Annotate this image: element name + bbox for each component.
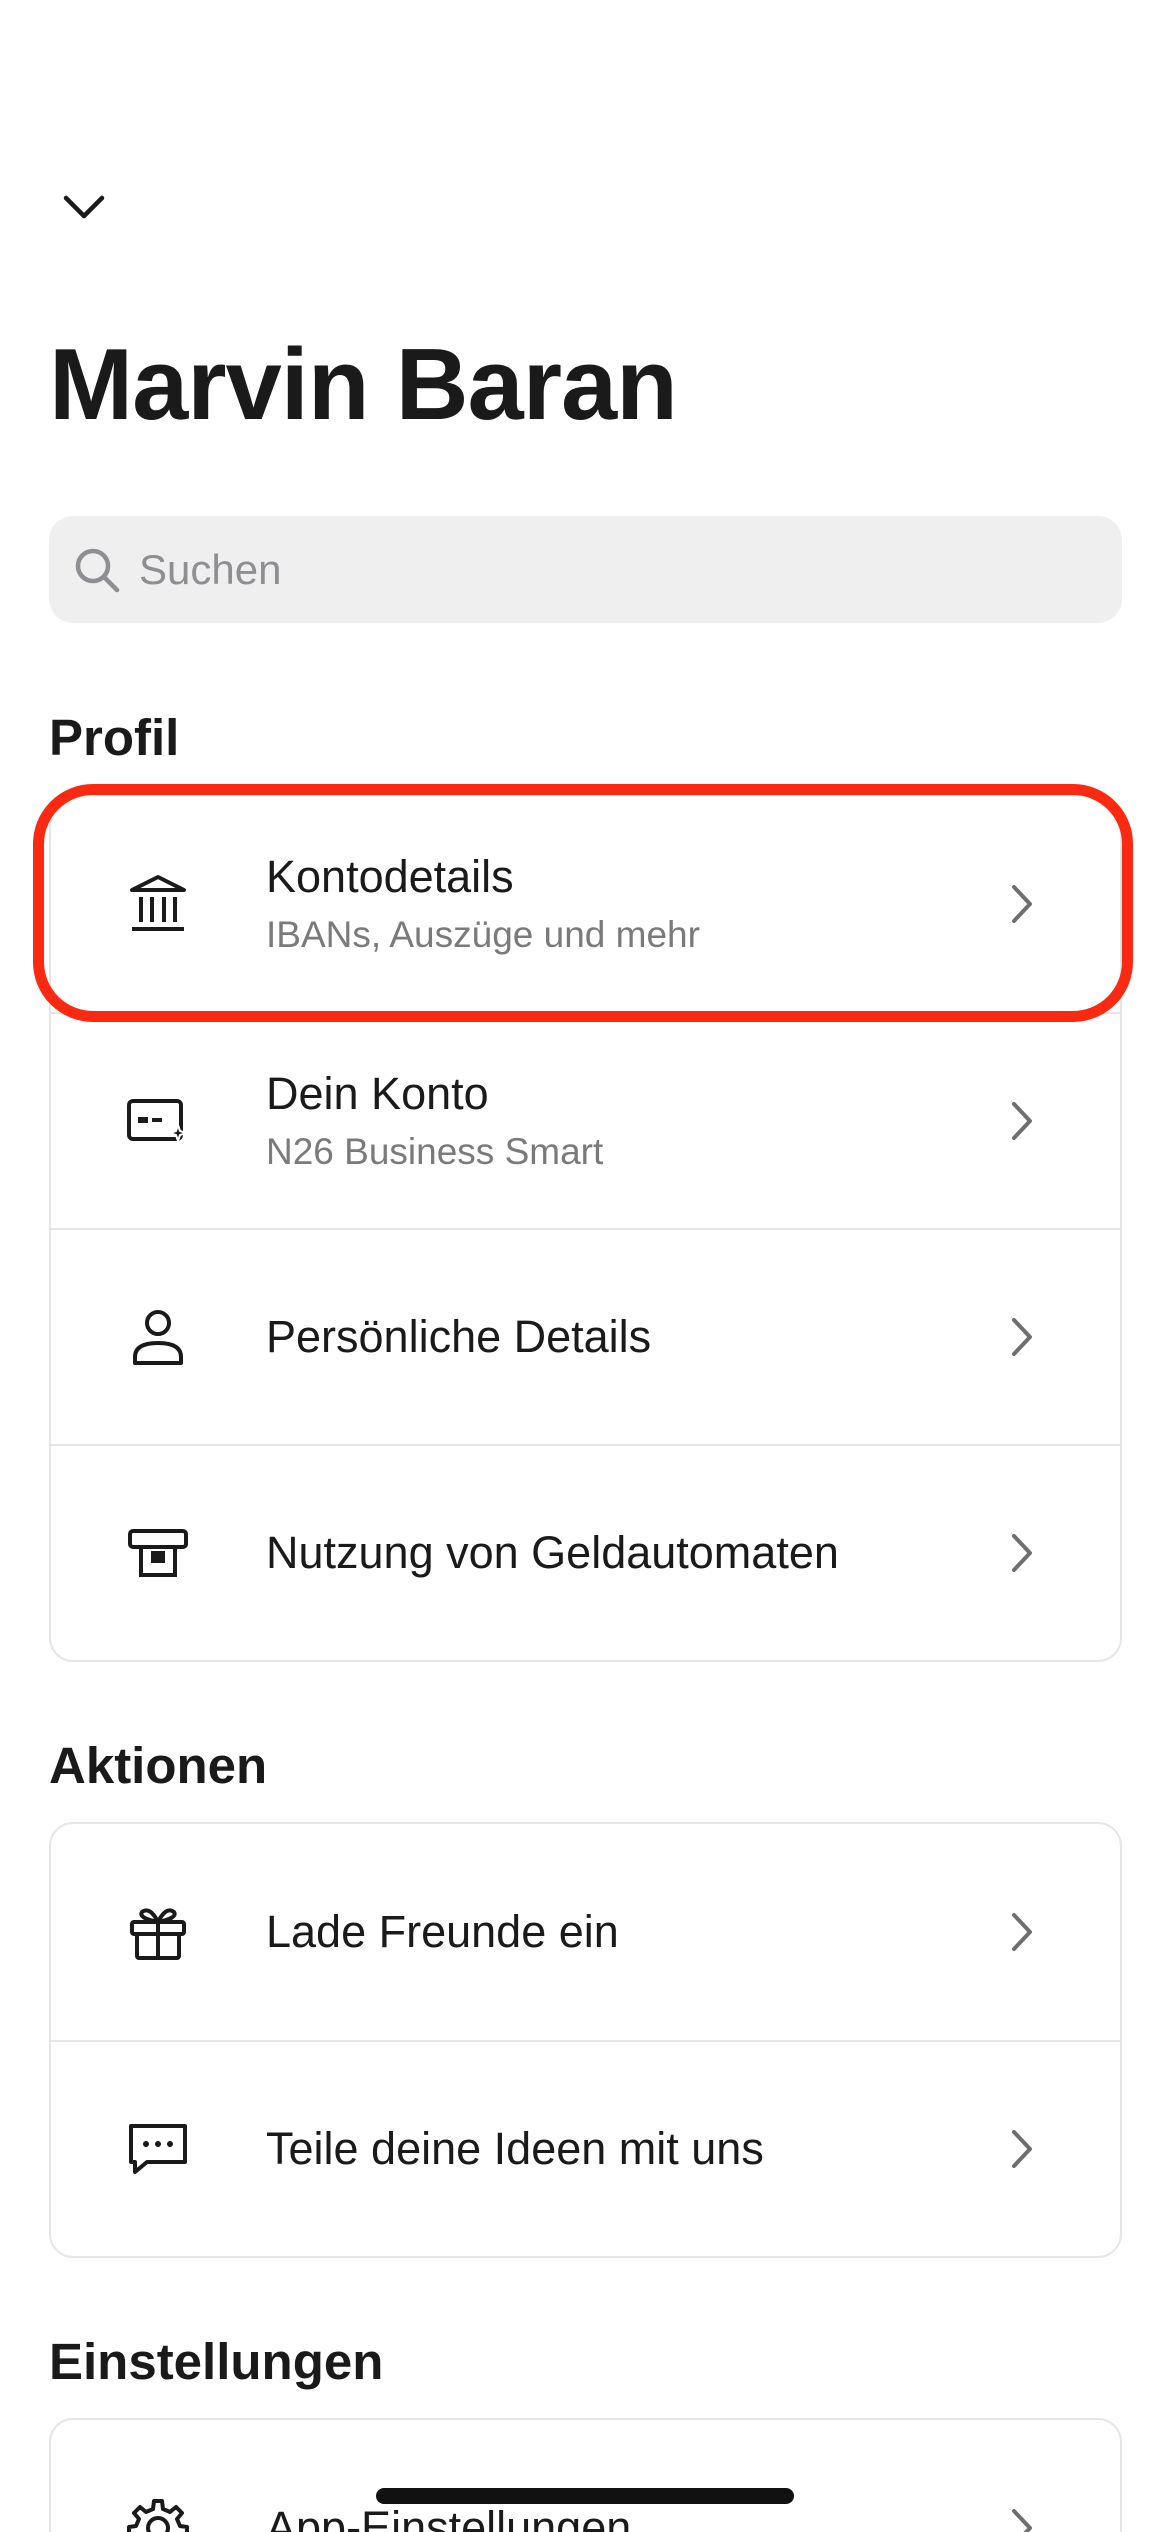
list-item-title: App-Einstellungen [266,2501,632,2532]
list-item-dein-konto[interactable]: Dein Konto N26 Business Smart [51,1012,1120,1228]
chevron-right-icon [1002,1312,1042,1362]
einstellungen-card: App-Einstellungen [49,2418,1122,2532]
list-item-geldautomaten[interactable]: Nutzung von Geldautomaten [51,1444,1120,1660]
search-bar[interactable] [49,516,1122,623]
chevron-right-icon [1002,1096,1042,1146]
atm-icon [123,1518,193,1588]
chevron-right-icon [1002,2503,1042,2532]
list-item-title: Dein Konto [266,1067,489,1119]
list-item-title: Nutzung von Geldautomaten [266,1526,839,1578]
chevron-right-icon [1002,2124,1042,2174]
search-icon [71,544,123,596]
chevron-right-icon [1002,1528,1042,1578]
chat-bubble-icon [123,2114,193,2184]
list-item-title: Teile deine Ideen mit uns [266,2122,764,2174]
chevron-right-icon [1002,879,1042,929]
section-title-profil: Profil [49,709,180,766]
list-item-title: Kontodetails [266,850,514,902]
profile-screen: Marvin Baran Profil [0,0,1170,2532]
list-item-title: Lade Freunde ein [266,1905,619,1957]
search-input[interactable] [139,545,1039,594]
list-item-lade-freunde-ein[interactable]: Lade Freunde ein [51,1824,1120,2040]
person-icon [123,1302,193,1372]
section-title-einstellungen: Einstellungen [49,2333,384,2390]
aktionen-card: Lade Freunde ein Teile deine Ideen mit u… [49,1822,1122,2258]
list-item-title: Persönliche Details [266,1310,652,1362]
list-item-kontodetails[interactable]: Kontodetails IBANs, Auszüge und mehr [51,796,1120,1012]
page-title: Marvin Baran [49,329,678,441]
gift-icon [123,1897,193,1967]
chevron-down-icon [63,195,105,219]
section-title-aktionen: Aktionen [49,1737,268,1794]
profil-card: Kontodetails IBANs, Auszüge und mehr Dei… [49,794,1122,1662]
chevron-right-icon [1002,1907,1042,1957]
list-item-app-einstellungen[interactable]: App-Einstellungen [51,2420,1120,2532]
card-sparkle-icon [123,1086,193,1156]
list-item-persoenliche-details[interactable]: Persönliche Details [51,1228,1120,1444]
list-item-teile-ideen[interactable]: Teile deine Ideen mit uns [51,2040,1120,2256]
home-indicator[interactable] [376,2488,794,2504]
bank-icon [123,869,193,939]
gear-icon [123,2493,193,2532]
list-item-subtitle: N26 Business Smart [266,1131,604,1173]
list-item-subtitle: IBANs, Auszüge und mehr [266,914,700,956]
collapse-button[interactable] [58,188,110,228]
